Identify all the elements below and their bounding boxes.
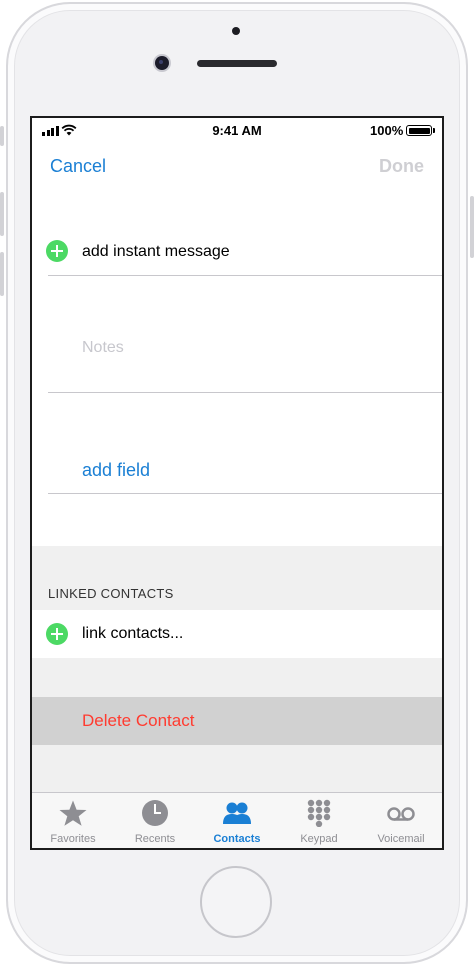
clock-icon [142,800,168,826]
proximity-sensor [232,27,240,35]
star-icon [59,800,87,826]
tab-label: Recents [134,833,176,845]
power-button [470,196,474,258]
tab-recents[interactable]: Recents [114,793,196,848]
tab-keypad[interactable]: Keypad [278,793,360,848]
contacts-icon [223,802,251,824]
volume-down-button [0,252,4,296]
cancel-button[interactable]: Cancel [50,156,106,177]
tab-label: Keypad [300,833,338,845]
separator [48,493,442,494]
delete-contact-button[interactable]: Delete Contact [82,711,194,731]
delete-contact-row[interactable]: Delete Contact [32,697,442,745]
edit-fields-section: add instant message Notes add field [32,190,442,546]
tab-contacts[interactable]: Contacts [196,793,278,848]
tab-label: Contacts [213,833,261,845]
tab-label: Favorites [50,833,96,845]
add-instant-message-plus-icon[interactable] [46,240,68,262]
link-contacts-label[interactable]: link contacts... [82,625,183,643]
tab-bar: Favorites Recents Contacts Keypad Voicem… [32,792,442,848]
status-bar: 9:41 AM 100% [32,118,442,142]
separator [48,392,442,393]
battery-icon [406,125,432,136]
home-button[interactable] [200,866,272,938]
tab-label: Voicemail [377,833,425,845]
tab-voicemail[interactable]: Voicemail [360,793,442,848]
battery-percentage: 100% [370,123,404,138]
earpiece-speaker [197,60,277,67]
link-contacts-row[interactable]: link contacts... [32,610,442,658]
tab-favorites[interactable]: Favorites [32,793,114,848]
front-camera [155,56,169,70]
separator [48,275,442,276]
battery-nub [433,128,435,133]
volume-up-button [0,192,4,236]
navigation-bar: Cancel Done [32,142,442,190]
done-button[interactable]: Done [379,156,424,177]
add-instant-message-label[interactable]: add instant message [82,243,230,261]
add-field-button[interactable]: add field [82,460,150,481]
mute-switch [0,126,4,146]
voicemail-icon [387,807,415,821]
notes-field[interactable]: Notes [82,339,124,357]
keypad-icon [307,799,331,827]
link-contacts-plus-icon[interactable] [46,623,68,645]
linked-contacts-header: LINKED CONTACTS [48,586,174,601]
screen: 9:41 AM 100% Cancel Done add instant mes… [30,116,444,850]
